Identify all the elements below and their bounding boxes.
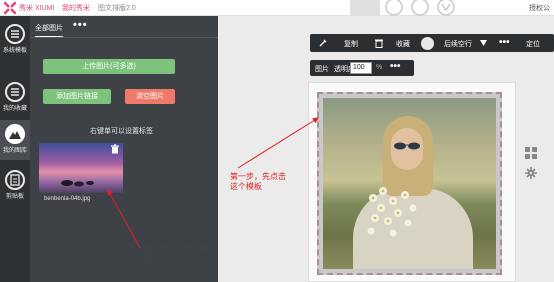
- tab-all-images[interactable]: 全部图片: [35, 23, 63, 37]
- gear-icon: [525, 167, 537, 179]
- copy-button[interactable]: 复制: [344, 39, 358, 49]
- step2-line1: 第二步，点击这幅: [143, 244, 207, 253]
- rail-clipboard[interactable]: 剪贴板: [0, 166, 30, 206]
- clipboard-icon: [5, 170, 25, 190]
- template-photo[interactable]: [323, 98, 496, 269]
- chevron-down-icon[interactable]: [480, 40, 487, 46]
- add-image-link-button[interactable]: 添加图片链接: [43, 89, 111, 104]
- rail-label-clipboard: 剪贴板: [5, 194, 24, 200]
- sunglasses-shape: [394, 142, 420, 150]
- app-name[interactable]: 秀米 XIUMI: [19, 3, 54, 13]
- flower-bouquet: [367, 187, 417, 237]
- upload-images-button[interactable]: 上传图片(可多选): [43, 59, 175, 74]
- opacity-unit: %: [376, 64, 383, 71]
- rail-label-favorites: 我的收藏: [2, 106, 27, 112]
- collect-button[interactable]: 收藏: [396, 39, 410, 49]
- side-tools: [525, 147, 537, 179]
- trash-icon[interactable]: [374, 38, 384, 48]
- rail-my-favorites[interactable]: 我的收藏: [0, 78, 30, 118]
- opacity-input[interactable]: 100: [350, 62, 372, 74]
- image-label: 图片: [315, 66, 329, 73]
- xiumi-logo[interactable]: [4, 2, 16, 14]
- brush-icon[interactable]: [318, 38, 328, 48]
- more-menu[interactable]: •••: [499, 37, 510, 48]
- step1-line2: 这个模板: [230, 182, 262, 191]
- step2-annotation: 第二步，点击这幅 图片: [143, 243, 233, 265]
- rocks-in-sea: [61, 180, 94, 187]
- clear-images-button[interactable]: 清空图片: [125, 89, 175, 104]
- panel-tabs: 全部图片 •••: [30, 16, 218, 38]
- rail-label-system: 系统模板: [2, 48, 27, 54]
- spacing-dropdown[interactable]: 后续空行: [444, 39, 472, 49]
- step2-line2: 图片: [143, 255, 159, 264]
- rail-label-gallery: 我的图库: [2, 148, 27, 154]
- left-rail: 系统模板 我的收藏 我的图库 剪贴板: [0, 16, 30, 282]
- tab-more-menu[interactable]: •••: [73, 19, 88, 31]
- grid-icon: [525, 147, 537, 159]
- mountain-icon: [5, 124, 25, 144]
- list-icon: [5, 24, 25, 44]
- color-picker[interactable]: [421, 37, 434, 50]
- list-icon: [5, 82, 25, 102]
- step1-annotation: 第一步，先点击 这个模板: [230, 172, 330, 192]
- tag-hint-text: 右键单可以设置标签: [90, 128, 153, 135]
- image-more-menu[interactable]: •••: [390, 61, 401, 72]
- rail-my-gallery[interactable]: 我的图库: [0, 120, 30, 160]
- authorize-link[interactable]: 授权公: [529, 3, 550, 13]
- editor-name: 图文排版2.0: [98, 5, 136, 12]
- step1-line1: 第一步，先点击: [230, 172, 286, 181]
- rail-system-templates[interactable]: 系统模板: [0, 20, 30, 60]
- my-xiumi-link[interactable]: 我的秀米: [62, 3, 90, 13]
- thumbnail-filename: benbenla-04b.jpg: [44, 196, 91, 202]
- trash-icon[interactable]: [110, 144, 120, 154]
- position-dropdown[interactable]: 定位: [526, 39, 540, 49]
